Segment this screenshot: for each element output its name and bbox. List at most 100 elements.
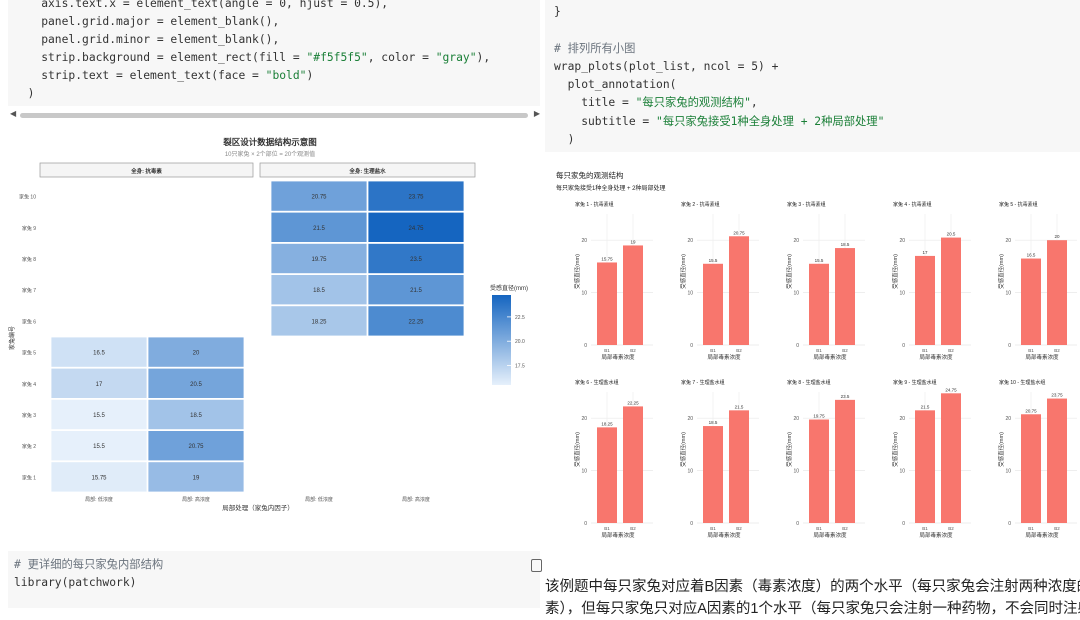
horizontal-scrollbar[interactable]: ◀ ▶ bbox=[8, 109, 540, 121]
x-tick-label: B1 bbox=[816, 348, 822, 353]
bar bbox=[941, 237, 961, 345]
cell-label: 23.5 bbox=[410, 257, 422, 263]
y-tick-label: 家兔 3 bbox=[22, 412, 36, 419]
bar-value-label: 15.5 bbox=[815, 258, 824, 263]
scroll-left-icon[interactable]: ◀ bbox=[10, 109, 16, 118]
y-tick-label: 20 bbox=[687, 416, 693, 422]
bar bbox=[703, 263, 723, 345]
code-line: axis.text.x = element_text(angle = 0, hj… bbox=[14, 0, 389, 10]
explanation-text: 该例题中每只家兔对应着B因素（毒素浓度）的两个水平（每只家兔会注射两种浓度的毒 … bbox=[545, 576, 1080, 620]
cell-label: 17 bbox=[96, 382, 103, 388]
left-notebook-pane: axis.text.x = element_text(angle = 0, hj… bbox=[0, 0, 542, 608]
bar bbox=[729, 236, 749, 345]
x-axis-label: 局部毒素浓度 bbox=[919, 353, 953, 361]
cell-label: 19 bbox=[193, 475, 200, 481]
bar-value-label: 15.5 bbox=[709, 258, 718, 263]
code-cell-top-left[interactable]: axis.text.x = element_text(angle = 0, hj… bbox=[8, 0, 540, 106]
bar bbox=[729, 410, 749, 523]
x-tick-label: B1 bbox=[604, 348, 610, 353]
y-tick-label: 家兔 2 bbox=[22, 443, 36, 450]
x-tick-label: B1 bbox=[604, 526, 610, 531]
bar bbox=[1047, 240, 1067, 345]
y-tick-label: 10 bbox=[581, 291, 587, 297]
bar-value-label: 18.25 bbox=[601, 421, 613, 426]
y-tick-label: 家兔 4 bbox=[22, 381, 36, 388]
cell-label: 18.5 bbox=[313, 288, 325, 294]
legend-title: 受感直径(mm) bbox=[490, 284, 528, 292]
y-tick-label: 20 bbox=[687, 238, 693, 244]
cell-label: 16.5 bbox=[93, 351, 105, 357]
cell-label: 15.5 bbox=[93, 413, 105, 419]
panel-title: 家兔 2 - 抗毒素组 bbox=[681, 201, 720, 208]
x-tick-label: B2 bbox=[948, 348, 954, 353]
cell-label: 22.25 bbox=[408, 319, 424, 325]
cell-label: 15.5 bbox=[93, 444, 105, 450]
bar-value-label: 19.75 bbox=[813, 414, 825, 419]
y-tick-label: 20 bbox=[581, 238, 587, 244]
y-tick-label: 20 bbox=[899, 416, 905, 422]
code-cell-top-right[interactable]: } # 排列所有小图 wrap_plots(plot_list, ncol = 5)… bbox=[545, 0, 1080, 152]
x-tick-label: B1 bbox=[922, 348, 928, 353]
legend-tick-label: 17.5 bbox=[515, 364, 525, 370]
scrollbar-thumb[interactable] bbox=[20, 113, 528, 118]
bar-value-label: 20 bbox=[1054, 234, 1060, 239]
x-axis-label: 局部毒素浓度 bbox=[707, 353, 741, 361]
x-tick-label: B1 bbox=[816, 526, 822, 531]
legend-tick-label: 20.0 bbox=[515, 339, 525, 345]
cell-label: 20.75 bbox=[188, 444, 204, 450]
y-tick-label: 家兔 10 bbox=[19, 194, 36, 201]
y-tick-label: 10 bbox=[793, 291, 799, 297]
code-comment: # 更详细的每只家兔内部结构 bbox=[14, 558, 164, 571]
y-axis-label: 家兔编号 bbox=[8, 326, 16, 350]
x-tick-label: B1 bbox=[922, 526, 928, 531]
panel-title: 家兔 10 - 生理盐水组 bbox=[999, 379, 1045, 386]
bar bbox=[835, 248, 855, 345]
code-line: library(patchwork) bbox=[14, 576, 137, 589]
x-tick-label: B2 bbox=[1054, 348, 1060, 353]
x-axis-label: 局部处理（家兔内因子） bbox=[222, 503, 294, 512]
x-tick-label: 局部: 低浓度 bbox=[85, 496, 113, 503]
y-tick-label: 0 bbox=[796, 343, 799, 349]
code-line: strip.text = element_text(face = "bold") bbox=[14, 69, 314, 82]
x-axis-label: 局部毒素浓度 bbox=[1025, 531, 1059, 539]
y-tick-label: 家兔 6 bbox=[22, 318, 36, 325]
y-tick-label: 0 bbox=[902, 343, 905, 349]
x-tick-label: 局部: 低浓度 bbox=[305, 496, 333, 503]
y-tick-label: 0 bbox=[902, 521, 905, 527]
facet-label: 全身: 抗毒素 bbox=[130, 167, 162, 175]
y-axis-label: 受感直径(mm) bbox=[997, 432, 1005, 467]
y-tick-label: 10 bbox=[793, 469, 799, 475]
bar bbox=[1021, 258, 1041, 345]
y-tick-label: 20 bbox=[793, 238, 799, 244]
y-tick-label: 0 bbox=[584, 343, 587, 349]
y-tick-label: 10 bbox=[1005, 469, 1011, 475]
x-tick-label: B1 bbox=[1028, 526, 1034, 531]
bar bbox=[915, 255, 935, 345]
y-tick-label: 20 bbox=[1005, 238, 1011, 244]
y-tick-label: 10 bbox=[687, 469, 693, 475]
y-tick-label: 20 bbox=[899, 238, 905, 244]
heatmap-title: 裂区设计数据结构示意图 bbox=[222, 137, 317, 147]
panel-title: 家兔 4 - 抗毒素组 bbox=[893, 201, 932, 208]
bar-value-label: 21.5 bbox=[921, 404, 930, 409]
scroll-right-icon[interactable]: ▶ bbox=[534, 109, 540, 118]
y-tick-label: 家兔 9 bbox=[22, 225, 36, 232]
bar bbox=[623, 245, 643, 345]
y-tick-label: 0 bbox=[584, 521, 587, 527]
panel-title: 家兔 7 - 生理盐水组 bbox=[681, 379, 725, 386]
bar bbox=[941, 393, 961, 523]
x-tick-label: B2 bbox=[842, 348, 848, 353]
bar-value-label: 18.5 bbox=[709, 420, 718, 425]
code-line: ) bbox=[14, 87, 35, 100]
y-tick-label: 10 bbox=[899, 291, 905, 297]
code-cell-bottom-left[interactable]: # 更详细的每只家兔内部结构 library(patchwork) bbox=[8, 551, 540, 608]
bars-title: 每只家兔的观测结构 bbox=[556, 170, 624, 180]
copy-icon[interactable] bbox=[531, 559, 542, 572]
y-tick-label: 家兔 8 bbox=[22, 256, 36, 263]
y-axis-label: 受感直径(mm) bbox=[573, 254, 581, 289]
bar bbox=[915, 410, 935, 523]
x-tick-label: B2 bbox=[736, 526, 742, 531]
cell-label: 20.75 bbox=[311, 195, 327, 201]
right-notebook-pane: } # 排列所有小图 wrap_plots(plot_list, ncol = 5)… bbox=[545, 0, 1080, 608]
